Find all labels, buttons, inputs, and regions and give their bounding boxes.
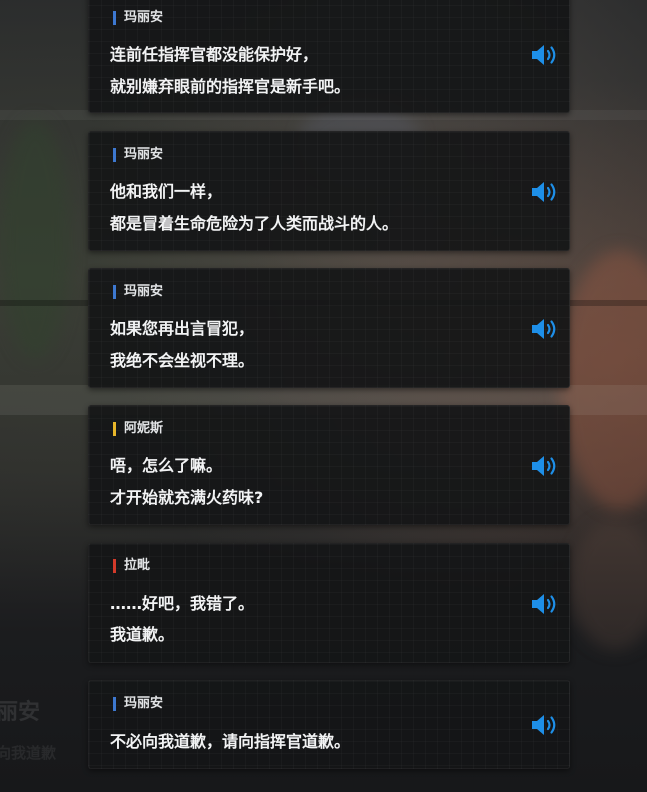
voice-replay-button[interactable]	[530, 591, 560, 617]
background-speaker-name: 丽安	[0, 700, 41, 725]
speaker-header: 阿妮斯	[113, 422, 163, 436]
background-character-shadow	[570, 520, 647, 650]
dialogue-entry: 拉毗 ……好吧，我错了。 我道歉。	[88, 543, 570, 663]
speaker-name: 阿妮斯	[124, 421, 164, 436]
dialogue-entry: 玛丽安 如果您再出言冒犯， 我绝不会坐视不理。	[88, 268, 570, 388]
speaker-color-bar	[113, 559, 116, 573]
background-character-hair	[560, 250, 647, 510]
speaker-header: 玛丽安	[113, 697, 163, 711]
voice-replay-button[interactable]	[530, 179, 560, 205]
dialogue-entry: 玛丽安 他和我们一样， 都是冒着生命危险为了人类而战斗的人。	[88, 131, 570, 251]
voice-replay-button[interactable]	[530, 453, 560, 479]
speaker-header: 玛丽安	[113, 11, 163, 25]
speaker-name: 玛丽安	[124, 696, 164, 711]
speaker-icon	[532, 182, 556, 202]
background-foliage	[0, 120, 70, 360]
dialogue-line: 如果您再出言冒犯，	[110, 319, 255, 338]
speaker-name: 玛丽安	[124, 284, 164, 299]
speaker-color-bar	[113, 148, 116, 162]
dialogue-entry: 玛丽安 不必向我道歉，请向指挥官道歉。	[88, 680, 570, 769]
dialogue-line: 唔，怎么了嘛。	[110, 456, 223, 475]
speaker-icon	[532, 715, 556, 735]
dialogue-entry: 阿妮斯 唔，怎么了嘛。 才开始就充满火药味?	[88, 405, 570, 525]
speaker-icon	[532, 45, 556, 65]
speaker-name: 玛丽安	[124, 10, 164, 25]
speaker-header: 拉毗	[113, 559, 150, 573]
background-dialogue-text: 向我道歉	[0, 744, 57, 762]
speaker-icon	[532, 594, 556, 614]
speaker-name: 拉毗	[124, 558, 151, 573]
voice-replay-button[interactable]	[530, 316, 560, 342]
speaker-icon	[532, 319, 556, 339]
dialogue-line: 我道歉。	[110, 625, 175, 644]
dialogue-log-screen: 丽安 向我道歉 玛丽安 连前任指挥官都没能保护好， 就别嫌弃眼前的指挥官是新手吧…	[0, 0, 647, 792]
voice-replay-button[interactable]	[530, 712, 560, 738]
dialogue-line: 不必向我道歉，请向指挥官道歉。	[110, 732, 351, 751]
speaker-header: 玛丽安	[113, 148, 163, 162]
dialogue-line: 连前任指挥官都没能保护好，	[110, 45, 319, 64]
speaker-color-bar	[113, 285, 116, 299]
speaker-icon	[532, 456, 556, 476]
dialogue-line: 都是冒着生命危险为了人类而战斗的人。	[110, 214, 399, 233]
dialogue-line: 我绝不会坐视不理。	[110, 351, 255, 370]
voice-replay-button[interactable]	[530, 42, 560, 68]
speaker-name: 玛丽安	[124, 147, 164, 162]
speaker-color-bar	[113, 11, 116, 25]
dialogue-entry: 玛丽安 连前任指挥官都没能保护好， 就别嫌弃眼前的指挥官是新手吧。	[88, 0, 570, 113]
speaker-header: 玛丽安	[113, 285, 163, 299]
dialogue-line: 他和我们一样，	[110, 182, 223, 201]
dialogue-line: 才开始就充满火药味?	[110, 488, 264, 507]
dialogue-line: 就别嫌弃眼前的指挥官是新手吧。	[110, 77, 351, 96]
speaker-color-bar	[113, 697, 116, 711]
dialogue-line: ……好吧，我错了。	[110, 594, 255, 613]
speaker-color-bar	[113, 422, 116, 436]
